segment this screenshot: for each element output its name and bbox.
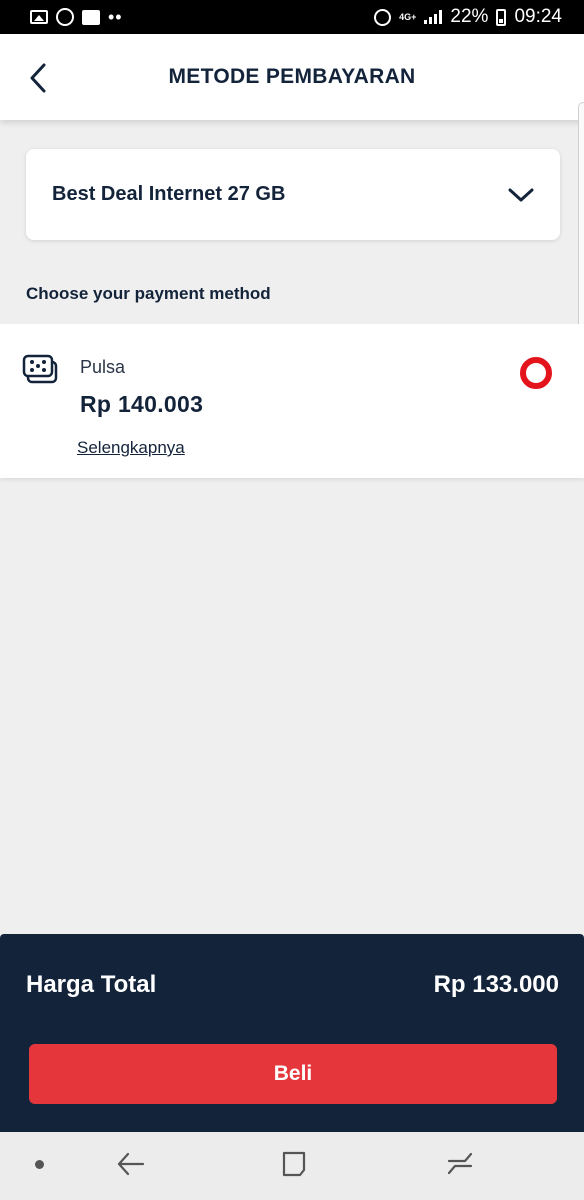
sim-card-icon	[22, 354, 58, 384]
payment-radio-selected[interactable]	[520, 357, 552, 389]
payment-section-label: Choose your payment method	[26, 284, 271, 303]
scroll-handle[interactable]	[578, 102, 584, 348]
message-icon	[82, 9, 100, 25]
payment-details-link[interactable]: Selengkapnya	[77, 438, 185, 458]
battery-icon	[496, 8, 507, 26]
total-label: Harga Total	[26, 971, 157, 998]
buy-button[interactable]: Beli	[29, 1044, 557, 1104]
status-bar: •• 4G+ 22% 09:24	[0, 0, 584, 34]
image-icon	[30, 10, 48, 24]
battery-percent: 22%	[450, 6, 489, 27]
status-time: 09:24	[514, 6, 562, 27]
page-title: METODE PEMBAYARAN	[168, 65, 416, 88]
chevron-down-icon	[508, 188, 534, 201]
app-header: METODE PEMBAYARAN	[0, 34, 584, 120]
alarm-icon	[374, 8, 392, 26]
status-bar-system: 4G+ 22% 09:24	[374, 6, 562, 28]
dot-icon[interactable]	[35, 1160, 44, 1169]
more-dots-icon: ••	[108, 7, 123, 27]
package-name: Best Deal Internet 27 GB	[52, 183, 286, 205]
nav-recent-icon[interactable]	[445, 1150, 475, 1178]
package-dropdown[interactable]: Best Deal Internet 27 GB	[26, 149, 560, 240]
network-type: 4G+	[399, 11, 417, 22]
nav-back-icon[interactable]	[116, 1150, 146, 1178]
total-value: Rp 133.000	[433, 971, 559, 998]
nav-home-icon[interactable]	[280, 1150, 308, 1178]
status-bar-notifications: ••	[30, 8, 123, 26]
signal-icon	[424, 10, 443, 24]
chevron-left-icon	[30, 63, 46, 93]
payment-option-amount: Rp 140.003	[80, 391, 204, 417]
whatsapp-icon	[56, 8, 74, 26]
payment-option-name: Pulsa	[80, 357, 126, 377]
back-button[interactable]	[20, 58, 56, 98]
